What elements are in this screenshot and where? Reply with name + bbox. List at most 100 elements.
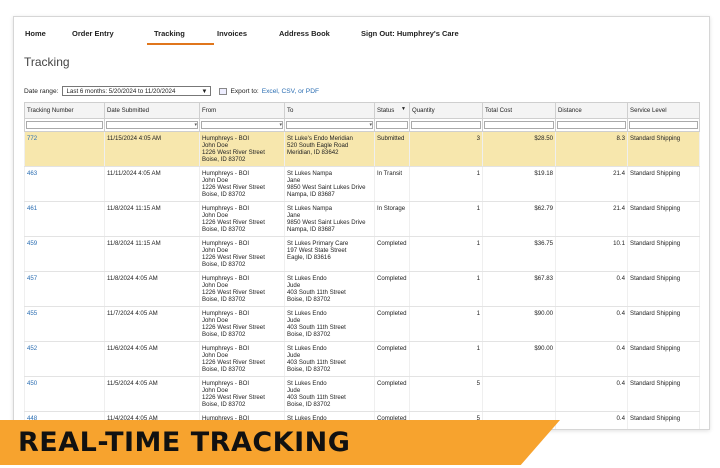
column-header-tracking-number[interactable]: Tracking Number — [24, 102, 105, 119]
address-line: Boise, ID 83702 — [287, 296, 331, 303]
sort-icon[interactable]: ▼ — [401, 106, 406, 112]
nav-item-tracking[interactable]: Tracking — [147, 29, 217, 45]
tracking-number-link[interactable]: 463 — [24, 166, 105, 202]
status: In Transit — [374, 166, 410, 202]
date-range-select[interactable]: Last 6 months: 5/20/2024 to 11/20/2024 ▼ — [62, 86, 212, 96]
column-header-to[interactable]: To — [284, 102, 375, 119]
quantity: 1 — [409, 201, 483, 237]
address-line: Humphreys - BOI — [202, 205, 250, 212]
table-row[interactable]: 463 11/11/2024 4:05 AM Humphreys - BOI John… — [24, 166, 700, 202]
address-line: Nampa, ID 83687 — [287, 191, 335, 198]
table-row[interactable]: 450 11/5/2024 4:05 AM Humphreys - BOI John … — [24, 376, 700, 412]
column-header-date-submitted[interactable]: Date Submitted — [104, 102, 200, 119]
table-row[interactable]: 772 11/15/2024 4:05 AM Humphreys - BOI John… — [24, 131, 700, 167]
address-line: Boise, ID 83702 — [202, 156, 246, 163]
address-line: 403 South 11th Street — [287, 324, 346, 331]
filter-dropdown-icon[interactable]: ▾ — [279, 122, 282, 128]
address-line: 403 South 11th Street — [287, 394, 346, 401]
service-level: Standard Shipping — [627, 236, 700, 272]
address-line: Humphreys - BOI — [202, 240, 250, 247]
address-line: Jude — [287, 317, 301, 324]
filter-cell — [374, 118, 410, 132]
column-header-from[interactable]: From — [199, 102, 285, 119]
filter-input[interactable] — [411, 121, 481, 129]
tracking-number-link[interactable]: 461 — [24, 201, 105, 237]
table-row[interactable]: 455 11/7/2024 4:05 AM Humphreys - BOI John … — [24, 306, 700, 342]
filter-dropdown-icon[interactable]: ▾ — [194, 122, 197, 128]
table-row[interactable]: 457 11/8/2024 4:05 AM Humphreys - BOI John … — [24, 271, 700, 307]
address-line: Humphreys - BOI — [202, 380, 250, 387]
column-header-status[interactable]: Status ▼ — [374, 102, 410, 119]
column-header-label: Service Level — [630, 107, 667, 114]
filter-input[interactable]: ▾ — [106, 121, 198, 129]
address-line: St Lukes Endo — [287, 275, 327, 282]
column-header-distance[interactable]: Distance — [555, 102, 628, 119]
to-address: St Luke's Endo Meridian 520 South Eagle R… — [284, 131, 375, 167]
page-title: Tracking — [24, 55, 70, 69]
filter-input[interactable] — [26, 121, 103, 129]
address-line: St Lukes Nampa — [287, 205, 333, 212]
tracking-number-link[interactable]: 455 — [24, 306, 105, 342]
address-line: Humphreys - BOI — [202, 345, 250, 352]
status: Completed — [374, 236, 410, 272]
date-submitted: 11/5/2024 4:05 AM — [104, 376, 200, 412]
column-header-label: Status — [377, 107, 395, 114]
from-address: Humphreys - BOIJohn Doe1226 West River S… — [199, 166, 285, 202]
date-range-label: Date range: — [24, 87, 59, 95]
address-line: Eagle, ID 83616 — [287, 254, 331, 261]
service-level: Standard Shipping — [627, 376, 700, 412]
total-cost: $28.50 — [482, 131, 556, 167]
address-line: Boise, ID 83702 — [202, 296, 246, 303]
filter-cell — [24, 118, 105, 132]
filter-input[interactable]: ▾ — [286, 121, 373, 129]
column-header-service-level[interactable]: Service Level — [627, 102, 700, 119]
table-row[interactable]: 461 11/8/2024 11:15 AM Humphreys - BOI John… — [24, 201, 700, 237]
distance: 0.4 — [555, 306, 628, 342]
address-line: Boise, ID 83702 — [287, 366, 331, 373]
filter-dropdown-icon[interactable]: ▾ — [369, 122, 372, 128]
filter-input[interactable] — [484, 121, 554, 129]
service-level: Standard Shipping — [627, 166, 700, 202]
address-line: Jude — [287, 387, 301, 394]
quantity: 1 — [409, 271, 483, 307]
table-row[interactable]: 459 11/8/2024 11:15 AM Humphreys - BOI John… — [24, 236, 700, 272]
export-links[interactable]: Excel, CSV, or PDF — [262, 88, 319, 95]
tracking-number-link[interactable]: 452 — [24, 341, 105, 377]
filter-input[interactable] — [376, 121, 408, 129]
column-header-quantity[interactable]: Quantity — [409, 102, 483, 119]
address-line: Humphreys - BOI — [202, 275, 250, 282]
address-line: John Doe — [202, 387, 229, 394]
address-line: John Doe — [202, 317, 229, 324]
address-line: Meridian, ID 83642 — [287, 149, 339, 156]
table-row[interactable]: 452 11/6/2024 4:05 AM Humphreys - BOI John … — [24, 341, 700, 377]
nav-item-invoices[interactable]: Invoices — [217, 29, 279, 38]
column-header-total-cost[interactable]: Total Cost — [482, 102, 556, 119]
toolbar: Date range: Last 6 months: 5/20/2024 to … — [24, 84, 709, 98]
address-line: 1226 West River Street — [202, 219, 265, 226]
from-address: Humphreys - BOIJohn Doe1226 West River S… — [199, 201, 285, 237]
service-level: Standard Shipping — [627, 201, 700, 237]
nav-item-home[interactable]: Home — [25, 29, 72, 38]
tracking-number-link[interactable]: 772 — [24, 131, 105, 167]
filter-cell — [482, 118, 556, 132]
address-line: St Lukes Primary Care — [287, 240, 349, 247]
quantity: 5 — [409, 376, 483, 412]
tracking-number-link[interactable]: 450 — [24, 376, 105, 412]
filter-input[interactable] — [557, 121, 626, 129]
nav-item-order-entry[interactable]: Order Entry — [72, 29, 154, 38]
nav-item-address-book[interactable]: Address Book — [279, 29, 361, 38]
tracking-number-link[interactable]: 457 — [24, 271, 105, 307]
address-line: Humphreys - BOI — [202, 170, 250, 177]
nav-item-sign-out-humphrey-s-care[interactable]: Sign Out: Humphrey's Care — [361, 29, 491, 38]
tracking-number-link[interactable]: 459 — [24, 236, 105, 272]
service-level: Standard Shipping — [627, 341, 700, 377]
filter-input[interactable] — [629, 121, 698, 129]
distance: 21.4 — [555, 201, 628, 237]
column-header-label: From — [202, 107, 217, 114]
address-line: Humphreys - BOI — [202, 310, 250, 317]
total-cost: $90.00 — [482, 341, 556, 377]
address-line: 197 West State Street — [287, 247, 347, 254]
filter-cell — [409, 118, 483, 132]
filter-cell — [555, 118, 628, 132]
filter-input[interactable]: ▾ — [201, 121, 283, 129]
